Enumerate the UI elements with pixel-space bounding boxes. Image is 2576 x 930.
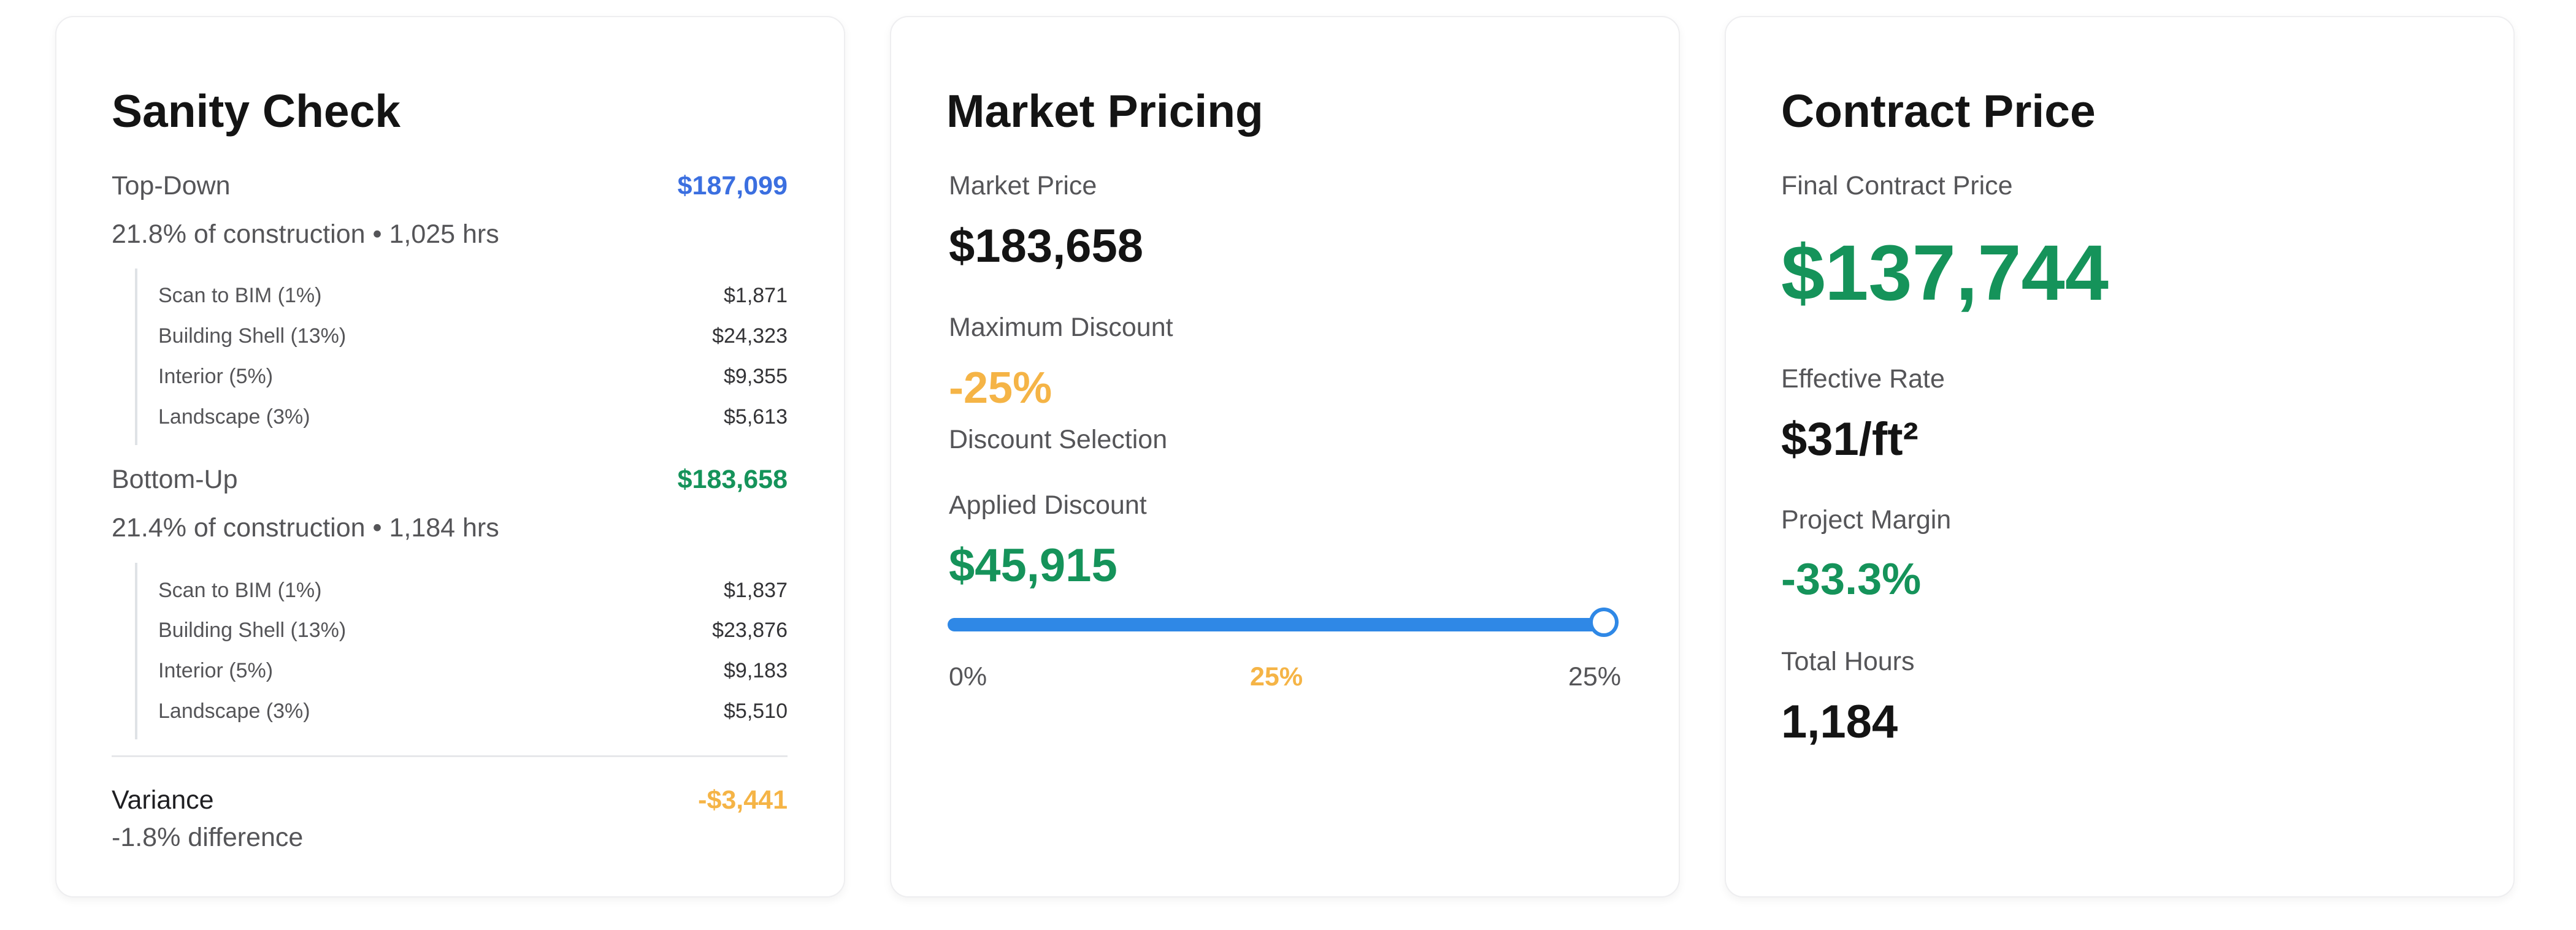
- final-contract-label: Final Contract Price: [1781, 171, 2013, 200]
- topdown-label: Top-Down: [112, 171, 231, 200]
- contract-price-card: Contract Price Final Contract Price $137…: [1725, 16, 2515, 898]
- total-hours-label: Total Hours: [1781, 647, 1915, 676]
- discount-selection-label: Discount Selection: [949, 425, 1168, 454]
- variance-label: Variance: [112, 785, 214, 815]
- bottomup-item-name: Landscape (3%): [158, 699, 310, 723]
- slider-current-label: 25%: [1250, 662, 1303, 692]
- bottomup-item-value: $23,876: [712, 619, 788, 642]
- project-margin-label: Project Margin: [1781, 505, 1952, 535]
- bottomup-item-name: Building Shell (13%): [158, 619, 347, 642]
- topdown-item-value: $24,323: [712, 324, 788, 348]
- topdown-item-value: $9,355: [724, 365, 788, 388]
- bottomup-detail: 21.4% of construction • 1,184 hrs: [112, 513, 499, 543]
- topdown-detail: 21.8% of construction • 1,025 hrs: [112, 219, 499, 249]
- topdown-item-value: $5,613: [724, 405, 788, 429]
- discount-slider-track[interactable]: [948, 618, 1604, 631]
- bottomup-breakdown-bar: [135, 563, 137, 739]
- effective-rate-label: Effective Rate: [1781, 364, 1945, 394]
- max-discount-label: Maximum Discount: [949, 313, 1173, 342]
- sanity-check-title: Sanity Check: [112, 85, 401, 137]
- max-discount-value: -25%: [949, 364, 1052, 413]
- applied-discount-label: Applied Discount: [949, 490, 1147, 520]
- variance-divider: [112, 755, 788, 757]
- topdown-breakdown-bar: [135, 269, 137, 445]
- topdown-amount: $187,099: [677, 171, 788, 200]
- bottomup-item-value: $1,837: [724, 579, 788, 602]
- project-margin-value: -33.3%: [1781, 555, 1922, 604]
- total-hours-value: 1,184: [1781, 696, 1898, 748]
- bottomup-item-value: $9,183: [724, 659, 788, 682]
- variance-detail: -1.8% difference: [112, 823, 304, 852]
- market-price-value: $183,658: [949, 220, 1143, 272]
- slider-max-label: 25%: [1568, 662, 1621, 692]
- slider-min-label: 0%: [949, 662, 987, 692]
- bottomup-item-name: Interior (5%): [158, 659, 274, 682]
- variance-amount: -$3,441: [698, 785, 788, 815]
- bottomup-item-name: Scan to BIM (1%): [158, 579, 322, 602]
- applied-discount-value: $45,915: [949, 539, 1117, 592]
- bottomup-label: Bottom-Up: [112, 465, 238, 494]
- topdown-item-name: Landscape (3%): [158, 405, 310, 429]
- bottomup-item-value: $5,510: [724, 699, 788, 723]
- sanity-check-card: Sanity Check Top-Down $187,099 21.8% of …: [55, 16, 845, 898]
- discount-slider-handle[interactable]: [1589, 608, 1619, 637]
- effective-rate-value: $31/ft²: [1781, 413, 1919, 465]
- topdown-item-name: Building Shell (13%): [158, 324, 347, 348]
- market-price-label: Market Price: [949, 171, 1097, 200]
- market-pricing-title: Market Pricing: [946, 85, 1263, 137]
- topdown-item-name: Scan to BIM (1%): [158, 284, 322, 307]
- topdown-item-value: $1,871: [724, 284, 788, 307]
- contract-price-title: Contract Price: [1781, 85, 2096, 137]
- market-pricing-card: Market Pricing Market Price $183,658 Max…: [890, 16, 1680, 898]
- final-contract-value: $137,744: [1781, 229, 2109, 317]
- topdown-item-name: Interior (5%): [158, 365, 274, 388]
- bottomup-amount: $183,658: [677, 465, 788, 494]
